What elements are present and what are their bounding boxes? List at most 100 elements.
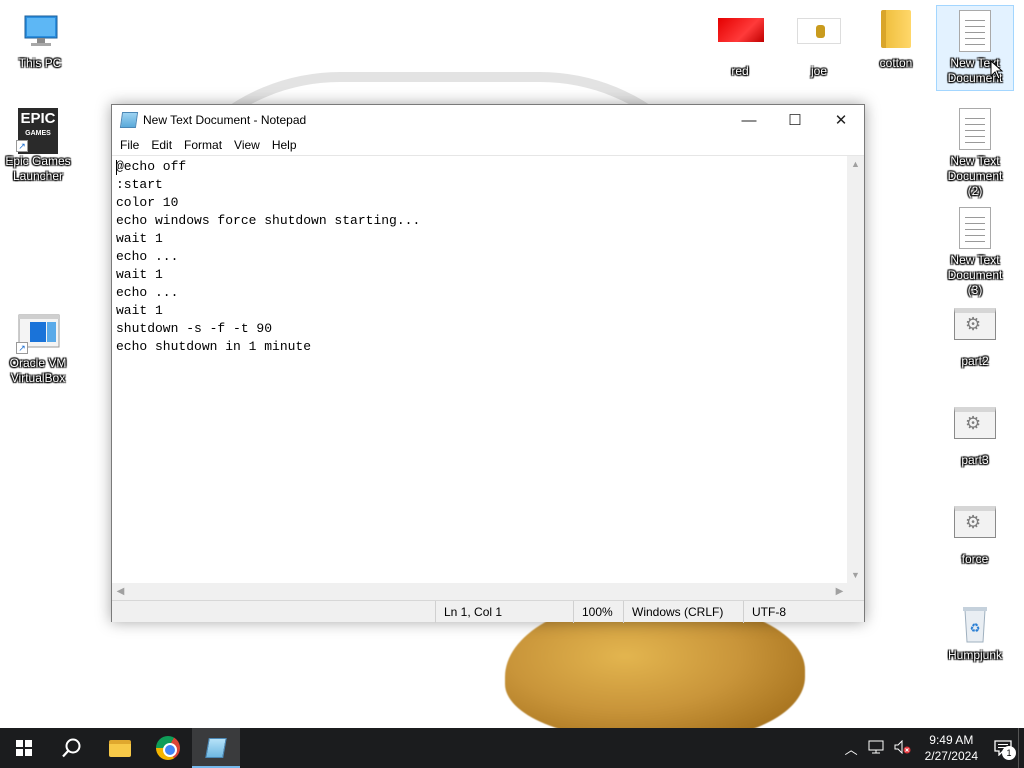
desktop-icon-force[interactable]: ⚙ force [937, 500, 1013, 567]
folder-icon [874, 10, 918, 54]
scroll-down-arrow-icon[interactable]: ▼ [847, 567, 864, 584]
text-document-icon [953, 10, 997, 54]
desktop-icon-label: part2 [961, 354, 989, 368]
horizontal-scrollbar[interactable]: ◀ ▶ [112, 583, 848, 600]
network-icon[interactable] [868, 740, 884, 757]
taskbar-clock[interactable]: 9:49 AM 2/27/2024 [925, 732, 978, 764]
text-line: echo ... [116, 249, 179, 264]
desktop-icon-this-pc[interactable]: This PC [2, 6, 78, 71]
status-bar: Ln 1, Col 1 100% Windows (CRLF) UTF-8 [112, 600, 864, 623]
desktop-icon-label: cotton [879, 56, 913, 70]
desktop-icon-oracle-vm-virtualbox[interactable]: ↗ Oracle VM VirtualBox [0, 306, 76, 386]
menu-edit[interactable]: Edit [145, 138, 178, 152]
desktop-icon-new-text-document-3[interactable]: New Text Document (3) [937, 203, 1013, 298]
system-tray: ︿ 9:49 AM 2/27/2024 1 [840, 728, 1024, 768]
scrollbar-corner [847, 583, 864, 600]
notepad-window[interactable]: New Text Document - Notepad — ☐ ✕ File E… [111, 104, 865, 623]
desktop-icon-label: part3 [961, 453, 989, 467]
text-line: wait 1 [116, 267, 163, 282]
chrome-button[interactable] [144, 728, 192, 768]
text-line: shutdown -s -f -t 90 [116, 321, 273, 336]
clock-date: 2/27/2024 [924, 749, 978, 763]
status-zoom: 100% [573, 600, 623, 623]
text-line: color 10 [116, 195, 179, 210]
menu-help[interactable]: Help [266, 138, 303, 152]
text-line: wait 1 [116, 231, 163, 246]
minimize-button[interactable]: — [726, 105, 772, 135]
desktop-icon-label: Epic Games Launcher [5, 154, 71, 183]
desktop-icon-label: New Text Document (3) [947, 253, 1003, 297]
text-document-icon [953, 108, 997, 152]
title-bar[interactable]: New Text Document - Notepad — ☐ ✕ [112, 105, 864, 135]
virtualbox-icon: ↗ [16, 310, 60, 354]
close-button[interactable]: ✕ [818, 105, 864, 135]
text-editor-area[interactable]: @echo off :start color 10 echo windows f… [112, 155, 864, 585]
desktop-icon-label: Humpjunk [947, 648, 1003, 662]
search-icon [62, 738, 81, 758]
status-cursor-position: Ln 1, Col 1 [435, 600, 573, 623]
scroll-up-arrow-icon[interactable]: ▲ [847, 156, 864, 173]
desktop-icon-label: Oracle VM VirtualBox [9, 356, 67, 385]
batch-file-icon: ⚙ [953, 407, 997, 451]
recycle-bin-icon: ♻ [953, 602, 997, 646]
text-line: echo shutdown in 1 minute [116, 339, 312, 354]
desktop-icon-new-text-document-2[interactable]: New Text Document (2) [937, 104, 1013, 199]
desktop-icon-label: red [731, 64, 749, 78]
text-line: @echo off [116, 159, 187, 174]
epic-games-icon: EPIC GAMES ↗ [16, 108, 60, 154]
desktop-icon-red[interactable]: red [702, 6, 778, 79]
notepad-icon [205, 738, 227, 758]
chrome-icon [156, 736, 180, 760]
desktop-icon-label: New Text Document (2) [947, 154, 1003, 198]
menu-view[interactable]: View [228, 138, 266, 152]
file-explorer-button[interactable] [96, 728, 144, 768]
windows-logo-icon [16, 740, 32, 756]
epic-logo-text: EPIC [20, 110, 56, 127]
folder-icon [109, 739, 131, 757]
notification-count-badge: 1 [1002, 746, 1016, 760]
epic-logo-subtext: GAMES [25, 130, 51, 137]
desktop-icon-label: force [961, 552, 989, 566]
action-center-button[interactable]: 1 [988, 728, 1018, 768]
chevron-up-icon[interactable]: ︿ [845, 739, 858, 758]
batch-file-icon: ⚙ [953, 506, 997, 550]
notepad-taskbar-button[interactable] [192, 728, 240, 768]
text-caret [116, 160, 117, 175]
desktop-icon-label: This PC [18, 56, 62, 70]
vertical-scrollbar[interactable]: ▲ ▼ [847, 156, 864, 584]
taskbar: ︿ 9:49 AM 2/27/2024 1 [0, 728, 1024, 768]
volume-muted-icon[interactable] [894, 739, 912, 757]
desktop-icon-part3[interactable]: ⚙ part3 [937, 401, 1013, 468]
show-desktop-button[interactable] [1018, 728, 1024, 768]
batch-file-icon: ⚙ [953, 308, 997, 352]
image-file-icon [718, 18, 764, 62]
image-file-icon [797, 18, 841, 62]
desktop-icon-epic-games-launcher[interactable]: EPIC GAMES ↗ Epic Games Launcher [0, 104, 76, 184]
scroll-left-arrow-icon[interactable]: ◀ [112, 583, 129, 600]
status-encoding: UTF-8 [743, 600, 864, 623]
notepad-icon [119, 112, 139, 128]
status-line-ending: Windows (CRLF) [623, 600, 743, 623]
editor-text[interactable]: @echo off :start color 10 echo windows f… [116, 158, 846, 356]
text-document-icon [953, 207, 997, 251]
maximize-button[interactable]: ☐ [772, 105, 818, 135]
text-line: :start [116, 177, 163, 192]
menu-bar: File Edit Format View Help [112, 135, 864, 155]
start-button[interactable] [0, 728, 48, 768]
scroll-right-arrow-icon[interactable]: ▶ [831, 583, 848, 600]
text-line: wait 1 [116, 303, 163, 318]
svg-text:♻: ♻ [970, 621, 981, 635]
mouse-cursor-icon [990, 59, 1004, 85]
desktop-icon-cotton[interactable]: cotton [858, 6, 934, 71]
desktop-icon-humpjunk[interactable]: ♻ Humpjunk [937, 598, 1013, 663]
window-title: New Text Document - Notepad [143, 113, 307, 127]
shortcut-arrow-icon: ↗ [16, 342, 28, 354]
search-button[interactable] [48, 728, 96, 768]
desktop-icon-label: joe [810, 64, 827, 78]
text-line: echo ... [116, 285, 179, 300]
menu-file[interactable]: File [114, 138, 145, 152]
desktop-icon-part2[interactable]: ⚙ part2 [937, 302, 1013, 369]
menu-format[interactable]: Format [178, 138, 228, 152]
clock-time: 9:49 AM [929, 733, 974, 747]
desktop-icon-joe[interactable]: joe [781, 6, 857, 79]
